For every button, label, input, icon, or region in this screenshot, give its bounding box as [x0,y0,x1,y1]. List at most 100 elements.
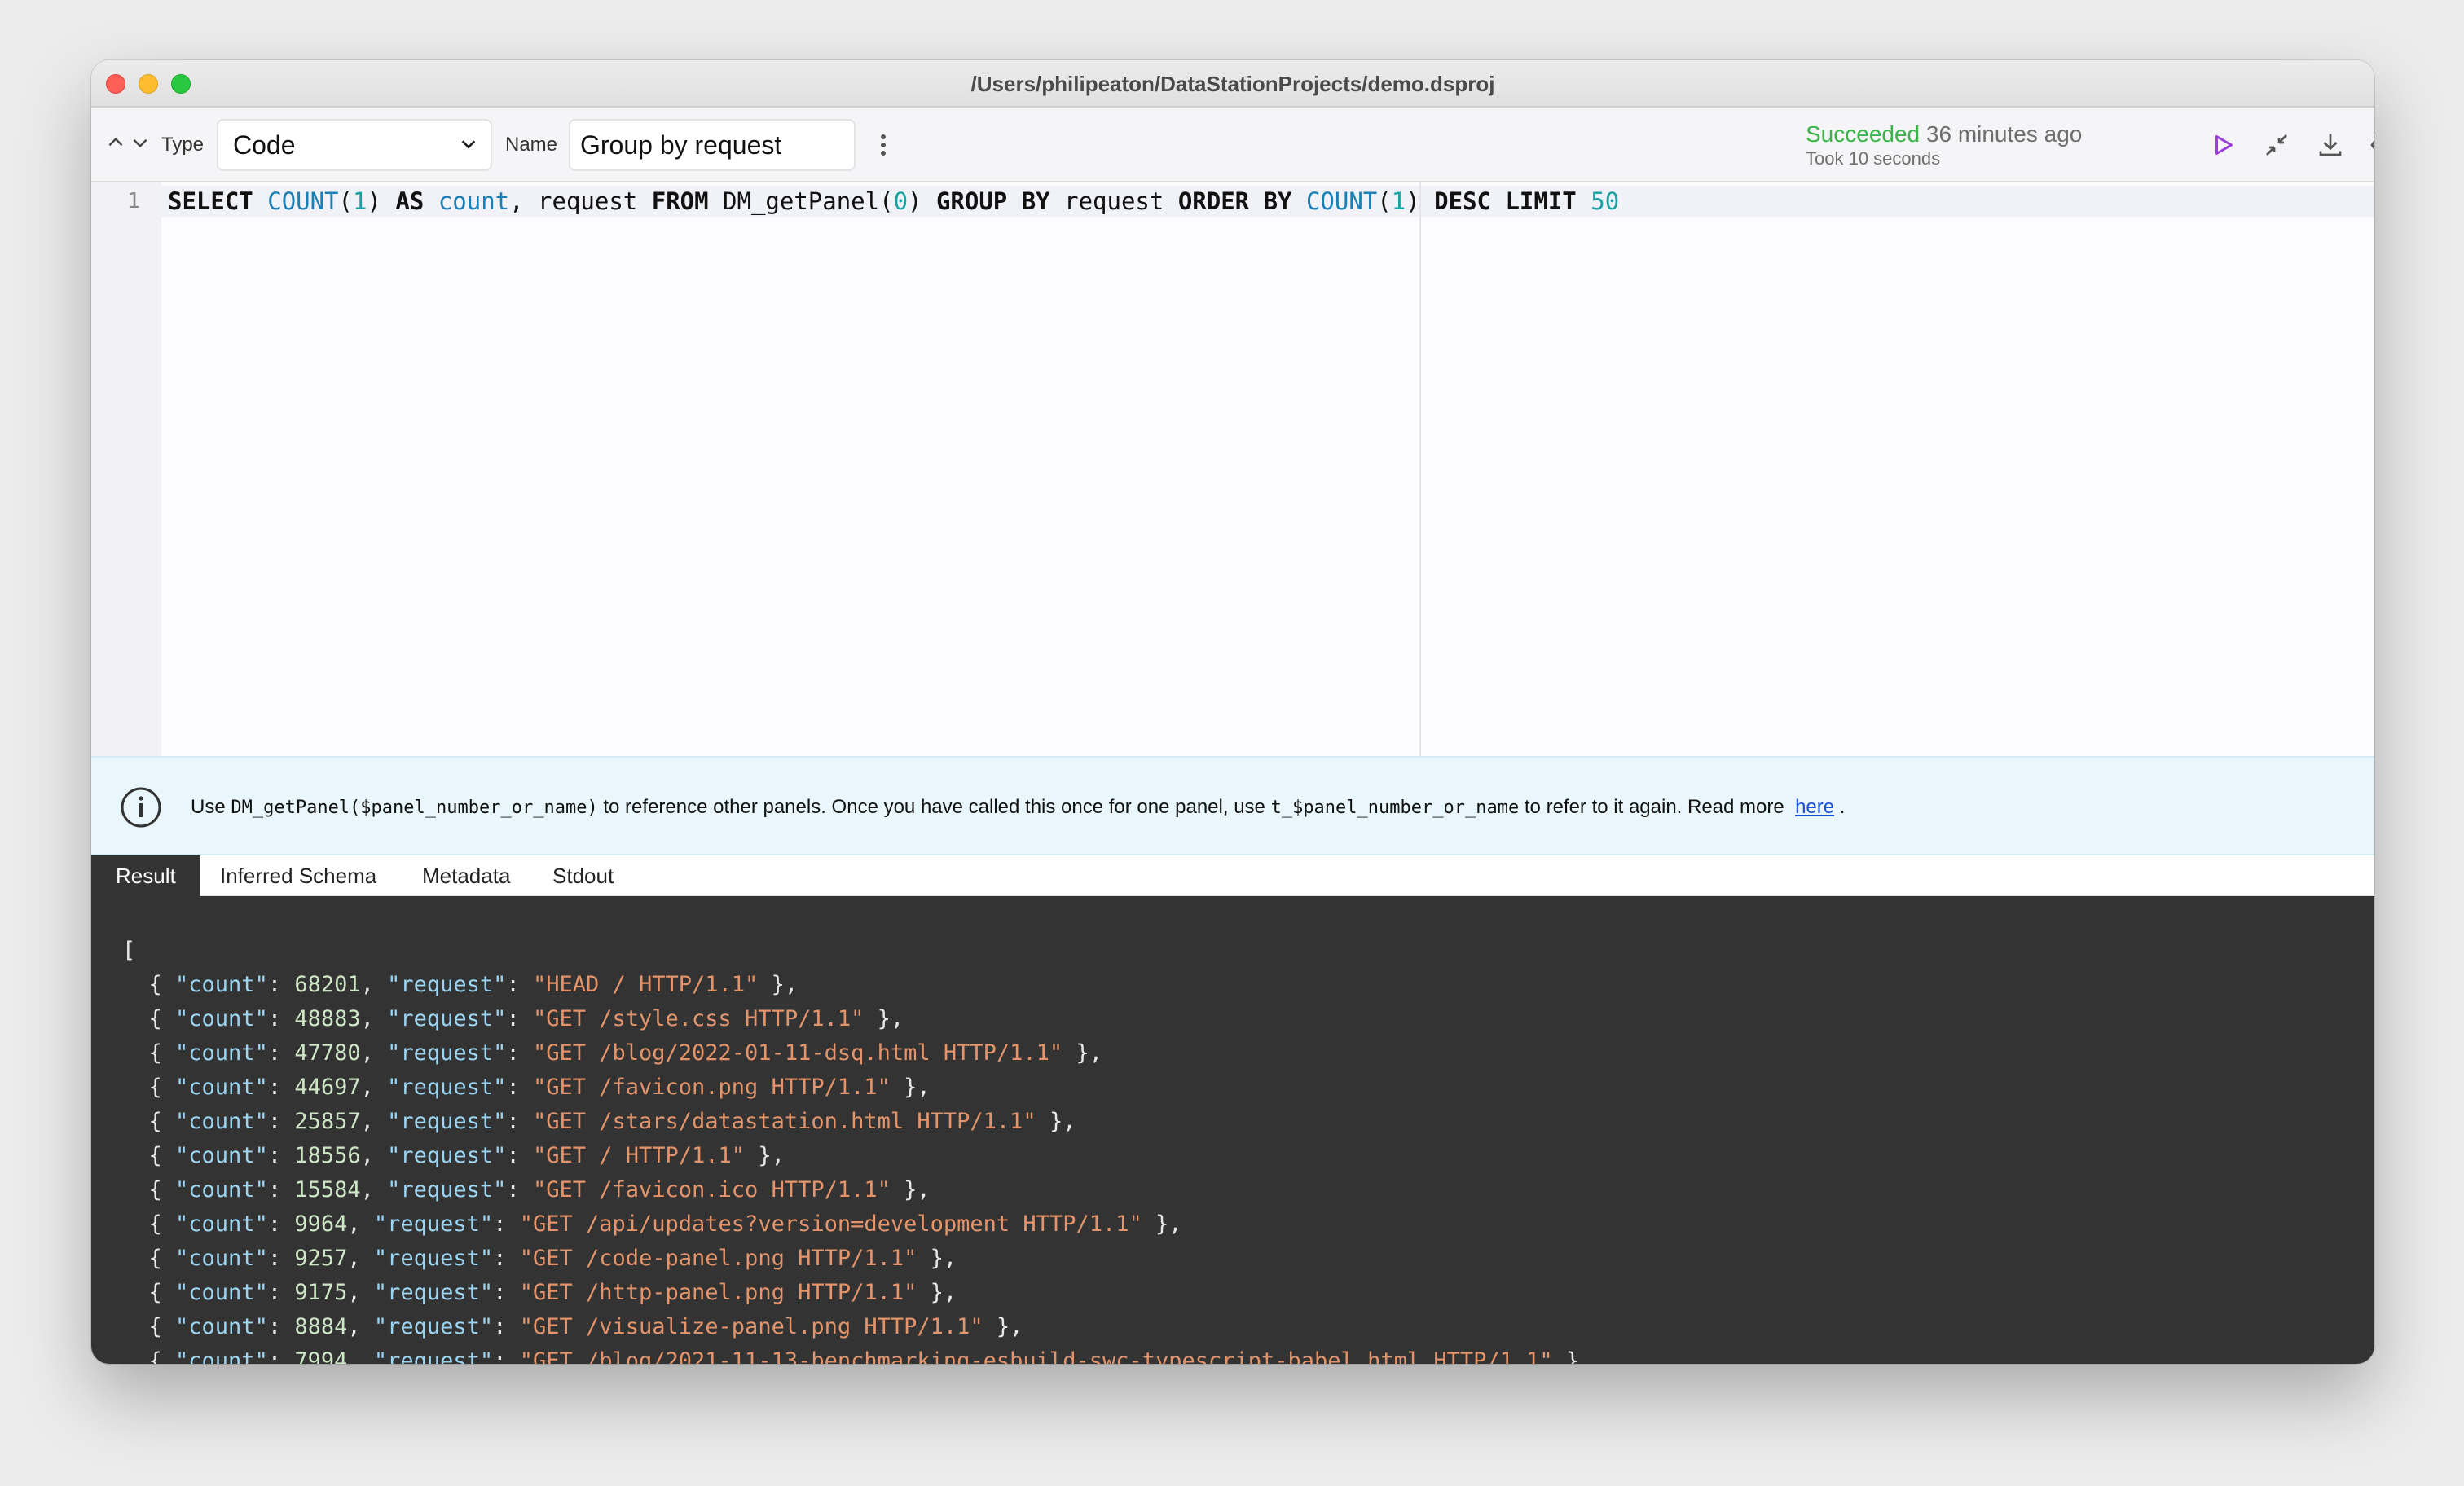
info-sentence: to reference other panels. Once you have… [603,796,1265,818]
sql-keyword: ORDER BY [1177,187,1292,215]
json-count-value: 8884 [294,1314,348,1339]
print-margin [1419,182,1421,756]
sql-punct: ) [908,187,922,215]
tab-result[interactable]: Result [91,855,200,896]
chevron-down-icon[interactable] [129,132,152,158]
json-key: "count" [175,1006,268,1031]
read-more-link[interactable]: here [1795,796,1834,818]
status-time: 36 minutes ago [1925,121,2083,147]
json-row: { "count": 25857, "request": "GET /stars… [122,1109,1076,1134]
json-key: "request" [387,972,507,997]
info-end: . [1839,796,1846,818]
json-request-value: "GET /visualize-panel.png HTTP/1.1" [519,1314,983,1339]
json-key: "request" [373,1280,494,1305]
json-request-value: "GET / HTTP/1.1" [532,1143,746,1168]
line-number: 1 [127,189,140,213]
json-key: "request" [387,1040,507,1066]
json-key: "request" [387,1109,507,1134]
code-line[interactable]: SELECT COUNT(1) AS count, request FROM D… [168,187,1619,215]
panel-type-select[interactable]: Code [217,119,492,171]
sql-punct: ) [1406,187,1420,215]
json-row: { "count": 9964, "request": "GET /api/up… [122,1211,1182,1237]
json-key: "count" [175,972,268,997]
sql-number: 1 [1391,187,1406,215]
json-count-value: 68201 [294,972,361,997]
json-result: [ { "count": 68201, "request": "HEAD / H… [122,934,1592,1364]
run-status: Succeeded 36 minutes ago Took 10 seconds [1806,121,2082,169]
panel-toolbar: Type Code Name Group by request Succeede… [91,108,2374,182]
collapse-icon[interactable] [2262,130,2291,160]
close-window-button[interactable] [106,74,125,94]
json-count-value: 25857 [294,1109,361,1134]
json-request-value: "GET /favicon.ico HTTP/1.1" [532,1177,891,1202]
json-request-value: "GET /blog/2021-11-13-benchmarking-esbui… [519,1348,1553,1364]
sql-number: 0 [893,187,909,215]
json-key: "count" [175,1040,268,1066]
json-row: { "count": 7994, "request": "GET /blog/2… [122,1344,1593,1364]
json-request-value: "GET /favicon.png HTTP/1.1" [532,1075,891,1100]
chevron-up-icon[interactable] [104,132,127,158]
status-text: Succeeded [1806,121,1921,147]
tab-metadata[interactable]: Metadata [398,855,535,896]
json-row: { "count": 15584, "request": "GET /favic… [122,1177,931,1202]
sql-identifier: request [1064,187,1164,215]
json-count-value: 7994 [294,1348,348,1364]
download-icon[interactable] [2316,130,2345,160]
sql-number: 1 [353,187,367,215]
window-title: /Users/philipeaton/DataStationProjects/d… [970,72,1495,96]
json-key: "request" [373,1246,494,1271]
json-key: "count" [175,1143,268,1168]
info-text: Use DM_getPanel($panel_number_or_name) t… [191,795,1845,820]
sql-punct: ( [1377,187,1392,215]
sql-keyword: DESC LIMIT [1434,187,1577,215]
info-banner: Use DM_getPanel($panel_number_or_name) t… [91,756,2374,855]
sql-number: 50 [1591,187,1620,215]
panel-name-input[interactable]: Group by request [569,119,856,171]
sql-punct: ) [367,187,381,215]
tab-stdout[interactable]: Stdout [528,855,638,896]
code-editor[interactable]: 1 SELECT COUNT(1) AS count, request FROM… [91,182,2374,756]
tab-inferred-schema[interactable]: Inferred Schema [196,855,401,896]
json-request-value: "GET /api/updates?version=development HT… [519,1211,1142,1237]
run-duration: Took 10 seconds [1806,148,1941,169]
sql-keyword: AS [395,187,425,215]
name-label: Name [505,134,558,156]
select-arrow-icon [461,140,476,149]
json-request-value: "GET /stars/datastation.html HTTP/1.1" [532,1109,1036,1134]
json-request-value: "HEAD / HTTP/1.1" [532,972,759,997]
json-key: "request" [387,1177,507,1202]
json-key: "count" [175,1348,268,1364]
panel-type-value: Code [233,130,296,160]
json-request-value: "GET /http-panel.png HTTP/1.1" [519,1280,917,1305]
kebab-menu-icon[interactable] [873,130,893,160]
json-count-value: 9175 [294,1280,348,1305]
json-open-bracket: [ [122,938,136,963]
type-label: Type [161,134,205,156]
json-count-value: 15584 [294,1177,361,1202]
sql-alias: count [438,187,510,215]
json-row: { "count": 68201, "request": "HEAD / HTT… [122,972,799,997]
result-output[interactable]: [ { "count": 68201, "request": "HEAD / H… [91,896,2374,1364]
json-key: "request" [373,1211,494,1237]
json-key: "count" [175,1211,268,1237]
json-key: "count" [175,1109,268,1134]
sql-function: COUNT [267,187,339,215]
json-count-value: 18556 [294,1143,361,1168]
json-request-value: "GET /style.css HTTP/1.1" [532,1006,865,1031]
info-icon [119,785,163,829]
eye-off-icon[interactable] [2369,130,2374,160]
json-row: { "count": 8884, "request": "GET /visual… [122,1314,1023,1339]
json-key: "count" [175,1246,268,1271]
minimize-window-button[interactable] [139,74,158,94]
json-row: { "count": 9257, "request": "GET /code-p… [122,1246,957,1271]
json-key: "count" [175,1075,268,1100]
json-row: { "count": 18556, "request": "GET / HTTP… [122,1143,785,1168]
json-key: "request" [373,1348,494,1364]
zoom-window-button[interactable] [171,74,191,94]
json-request-value: "GET /blog/2022-01-11-dsq.html HTTP/1.1" [532,1040,1063,1066]
sql-identifier: DM_getPanel( [723,187,894,215]
json-key: "count" [175,1314,268,1339]
editor-gutter: 1 [91,182,161,756]
json-count-value: 44697 [294,1075,361,1100]
play-icon[interactable] [2208,130,2237,160]
